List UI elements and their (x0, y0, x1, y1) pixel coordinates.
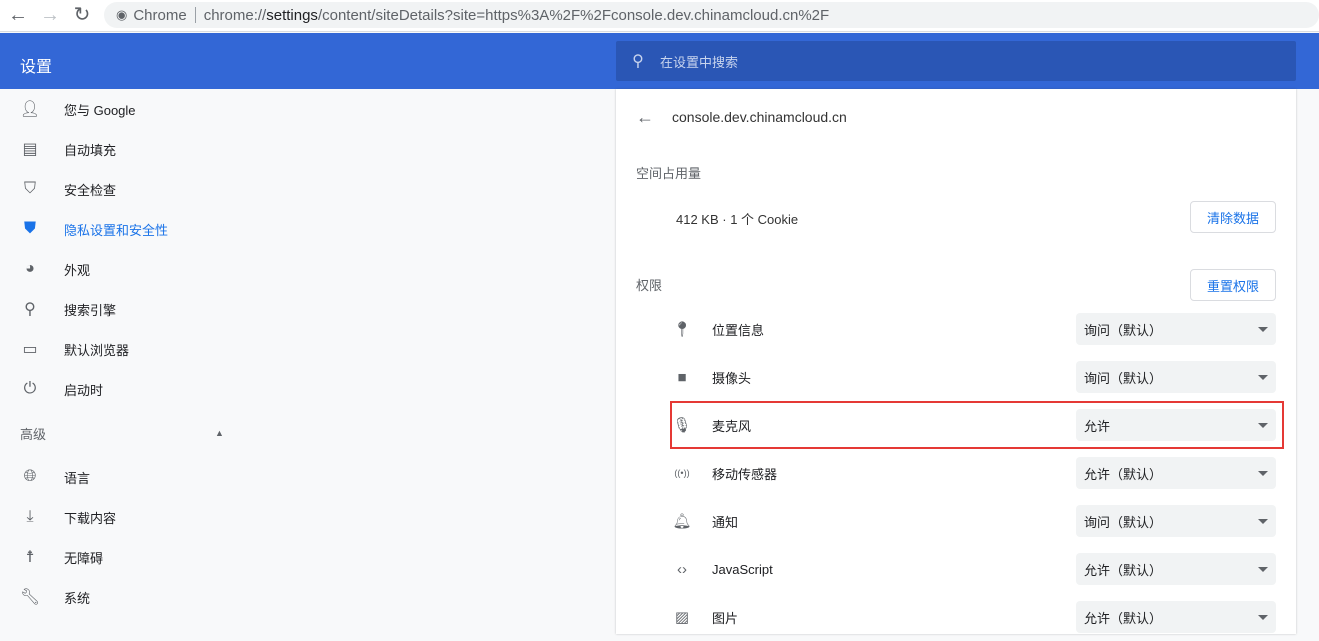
forward-arrow-icon[interactable]: → (38, 4, 62, 26)
site-title: console.dev.chinamcloud.cn (672, 109, 847, 125)
permission-select[interactable]: 允许（默认） (1076, 457, 1276, 489)
permission-row: ((•)) 移动传感器 允许（默认） (672, 449, 1276, 497)
person-icon: 👤︎ (19, 101, 41, 118)
dropdown-arrow-icon (1258, 566, 1268, 572)
chrome-icon: ◉ (116, 7, 128, 22)
permission-select[interactable]: 询问（默认） (1076, 313, 1276, 345)
sidebar-item-appearance[interactable]: ◕ 外观 (0, 249, 250, 289)
sidebar-item-downloads[interactable]: ⤓ 下载内容 (0, 497, 250, 537)
sidebar-item-on-startup[interactable]: ⏻ 启动时 (0, 369, 250, 409)
url-text: chrome://settings/content/siteDetails?si… (203, 6, 830, 24)
bell-icon: 🔔︎ (672, 513, 692, 530)
permission-label: JavaScript (712, 561, 773, 577)
code-icon: ‹› (677, 560, 687, 578)
reset-permissions-button[interactable]: 重置权限 (1190, 269, 1276, 301)
divider (194, 7, 196, 23)
permission-value: 询问（默认） (1084, 370, 1163, 386)
usage-heading: 空间占用量 (636, 166, 702, 181)
label: 无障碍 (64, 550, 104, 566)
label: 启动时 (64, 382, 104, 398)
caret-up-icon: ▲ (215, 428, 224, 438)
back-arrow-icon[interactable]: ← (636, 107, 654, 128)
sidebar-item-privacy[interactable]: ⛊ 隐私设置和安全性 (0, 209, 250, 249)
sidebar-item-languages[interactable]: 🌐︎ 语言 (0, 457, 250, 497)
permission-label: 移动传感器 (712, 466, 778, 482)
label: 隐私设置和安全性 (64, 222, 169, 238)
permission-select[interactable]: 允许（默认） (1076, 601, 1276, 633)
label: 自动填充 (64, 142, 117, 158)
back-arrow-icon[interactable]: ← (6, 4, 30, 26)
label: 搜索引擎 (64, 302, 117, 318)
page-title: 设置 (20, 59, 53, 76)
shield-icon: ⛊ (23, 220, 36, 237)
palette-icon: ◕ (25, 260, 35, 277)
wrench-icon: 🔧︎ (19, 589, 41, 606)
permission-label: 位置信息 (712, 322, 765, 338)
sidebar-item-system[interactable]: 🔧︎ 系统 (0, 577, 250, 617)
location-icon: 📍︎ (672, 321, 692, 338)
permission-value: 允许（默认） (1084, 610, 1163, 626)
permission-label: 通知 (712, 514, 739, 530)
address-bar[interactable]: ◉ Chrome chrome://settings/content/siteD… (104, 2, 1319, 28)
sidebar: 👤︎ 您与 Google ▤ 自动填充 ⛉ 安全检查 ⛊ 隐私设置和安全性 ◕ 外观 ⚲ 搜… (0, 89, 250, 617)
settings-search-input[interactable]: ⚲ 在设置中搜索 (616, 41, 1296, 81)
permission-value: 允许（默认） (1084, 466, 1163, 482)
dropdown-arrow-icon (1258, 614, 1268, 620)
shield-check-icon: ⛉ (23, 180, 36, 197)
dropdown-arrow-icon (1258, 326, 1268, 332)
sensors-icon: ((•)) (674, 468, 690, 478)
permission-row: 📍︎ 位置信息 询问（默认） (672, 305, 1276, 353)
permissions-heading: 权限 (636, 278, 663, 293)
sidebar-item-accessibility[interactable]: ☨ 无障碍 (0, 537, 250, 577)
browser-icon: ▭ (22, 341, 38, 358)
sidebar-item-default-browser[interactable]: ▭ 默认浏览器 (0, 329, 250, 369)
dropdown-arrow-icon (1258, 470, 1268, 476)
search-placeholder: 在设置中搜索 (660, 54, 739, 70)
label: 高级 (20, 426, 47, 442)
accessibility-icon: ☨ (25, 549, 35, 566)
settings-header: 设置 ⚲ 在设置中搜索 (0, 33, 1319, 89)
clear-data-button[interactable]: 清除数据 (1190, 201, 1276, 233)
permission-select[interactable]: 询问（默认） (1076, 505, 1276, 537)
download-icon: ⤓ (26, 508, 34, 525)
globe-icon: 🌐︎ (23, 468, 37, 485)
omnibox-label: Chrome (133, 6, 187, 24)
sidebar-item-google[interactable]: 👤︎ 您与 Google (0, 89, 250, 129)
sidebar-item-search-engine[interactable]: ⚲ 搜索引擎 (0, 289, 250, 329)
search-icon: ⚲ (632, 53, 644, 70)
usage-text: 412 KB · 1 个 Cookie (676, 212, 799, 227)
permission-select[interactable]: 询问（默认） (1076, 361, 1276, 393)
clipboard-icon: ▤ (22, 141, 38, 158)
sidebar-advanced-toggle[interactable]: 高级 ▲ (0, 409, 250, 457)
permission-value: 询问（默认） (1084, 514, 1163, 530)
label: 您与 Google (64, 102, 136, 118)
sidebar-item-safety-check[interactable]: ⛉ 安全检查 (0, 169, 250, 209)
browser-toolbar: ← → ↻ ◉ Chrome chrome://settings/content… (0, 0, 1319, 32)
permission-label: 摄像头 (712, 370, 752, 386)
label: 安全检查 (64, 182, 117, 198)
label: 下载内容 (64, 510, 117, 526)
permission-value: 询问（默认） (1084, 322, 1163, 338)
dropdown-arrow-icon (1258, 518, 1268, 524)
label: 默认浏览器 (64, 342, 130, 358)
permission-label: 图片 (712, 610, 739, 626)
permission-select[interactable]: 允许（默认） (1076, 553, 1276, 585)
reload-icon[interactable]: ↻ (70, 4, 94, 26)
highlight-box (670, 401, 1284, 449)
permission-row: 🔔︎ 通知 询问（默认） (672, 497, 1276, 545)
label: 语言 (64, 470, 91, 486)
permission-value: 允许（默认） (1084, 562, 1163, 578)
dropdown-arrow-icon (1258, 374, 1268, 380)
image-icon: ▨ (674, 609, 690, 626)
camera-icon: ■ (677, 368, 687, 386)
search-icon: ⚲ (24, 301, 36, 318)
permission-row: ‹› JavaScript 允许（默认） (672, 545, 1276, 593)
power-icon: ⏻ (23, 380, 37, 397)
label: 系统 (64, 590, 91, 606)
sidebar-item-autofill[interactable]: ▤ 自动填充 (0, 129, 250, 169)
permission-row: ■ 摄像头 询问（默认） (672, 353, 1276, 401)
label: 外观 (64, 262, 91, 278)
